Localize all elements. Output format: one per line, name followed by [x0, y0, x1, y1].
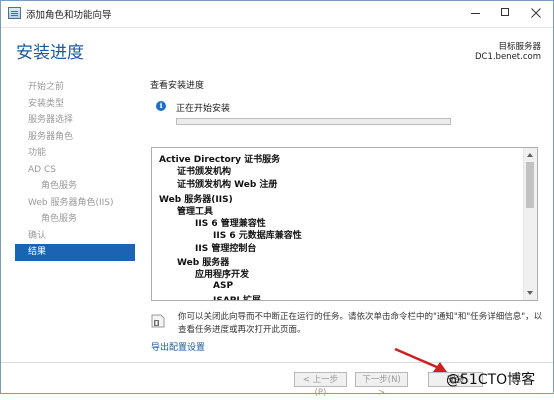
result-line: 证书颁发机构 Web 注册 — [177, 180, 278, 190]
nav-item-server-roles[interactable]: 服务器角色 — [15, 129, 135, 146]
nav-item-features[interactable]: 功能 — [15, 145, 135, 162]
nav-item-before-you-begin[interactable]: 开始之前 — [15, 79, 135, 96]
target-server-label: 目标服务器 — [498, 42, 541, 52]
result-line: IIS 6 元数据库兼容性 — [213, 231, 302, 241]
previous-button[interactable]: < 上一步(P) — [294, 372, 347, 398]
note-line: 查看任务进度或再次打开此页面。 — [178, 324, 306, 335]
result-line: 证书颁发机构 — [177, 167, 232, 177]
target-server-name: DC1.benet.com — [474, 52, 541, 62]
nav-item-confirmation[interactable]: 确认 — [15, 228, 135, 245]
scroll-thumb[interactable] — [526, 162, 534, 208]
nav-item-web-server-role[interactable]: Web 服务器角色(IIS) — [15, 195, 135, 212]
maximize-icon[interactable] — [491, 1, 521, 25]
results-list[interactable]: Active Directory 证书服务 证书颁发机构 证书颁发机构 Web … — [151, 147, 538, 301]
note-text: 你可以关闭此向导而不中断正在运行的任务。请依次单击命令栏中的"通知"和"任务详细… — [178, 311, 544, 336]
install-status-text: 正在开始安装 — [176, 104, 231, 114]
wizard-window: 添加角色和功能向导 安装进度 目标服务器 DC1.benet.com 开始之前 … — [0, 0, 554, 398]
scroll-down-arrow-icon[interactable] — [527, 291, 533, 295]
watermark: @51CTO博客 — [446, 372, 536, 388]
title-bar: 添加角色和功能向导 — [1, 1, 553, 28]
next-button[interactable]: 下一步(N) > — [355, 372, 408, 398]
results-scrollbar[interactable] — [523, 148, 537, 300]
nav-item-installation-type[interactable]: 安装类型 — [15, 96, 135, 113]
note-icon — [151, 314, 165, 328]
close-icon[interactable] — [521, 1, 551, 25]
note-line: 你可以关闭此向导而不中断正在运行的任务。请依次单击命令栏中的"通知"和"任务详细… — [178, 312, 543, 322]
nav-item-web-role-services[interactable]: 角色服务 — [15, 211, 135, 228]
wizard-nav: 开始之前 安装类型 服务器选择 服务器角色 功能 AD CS 角色服务 Web … — [15, 79, 135, 261]
window-title: 添加角色和功能向导 — [26, 10, 112, 21]
info-icon: i — [156, 101, 166, 111]
nav-item-ad-cs-role-services[interactable]: 角色服务 — [15, 178, 135, 195]
minimize-icon[interactable] — [461, 1, 491, 25]
result-line: ISAPI 扩展 — [213, 296, 261, 301]
red-arrow-annotation — [394, 347, 447, 372]
wizard-icon — [8, 7, 21, 19]
section-label: 查看安装进度 — [150, 81, 205, 91]
result-line: ASP — [213, 281, 234, 291]
result-line: 应用程序开发 — [195, 270, 250, 280]
scroll-up-arrow-icon[interactable] — [527, 153, 533, 157]
footer-divider — [1, 362, 553, 363]
export-config-link[interactable]: 导出配置设置 — [151, 340, 205, 353]
result-line: IIS 管理控制台 — [195, 244, 257, 254]
nav-item-results[interactable]: 结果 — [15, 244, 135, 261]
page-title: 安装进度 — [16, 43, 84, 63]
nav-item-ad-cs[interactable]: AD CS — [15, 162, 135, 179]
install-progress-bar — [176, 118, 451, 125]
nav-item-server-selection[interactable]: 服务器选择 — [15, 112, 135, 129]
